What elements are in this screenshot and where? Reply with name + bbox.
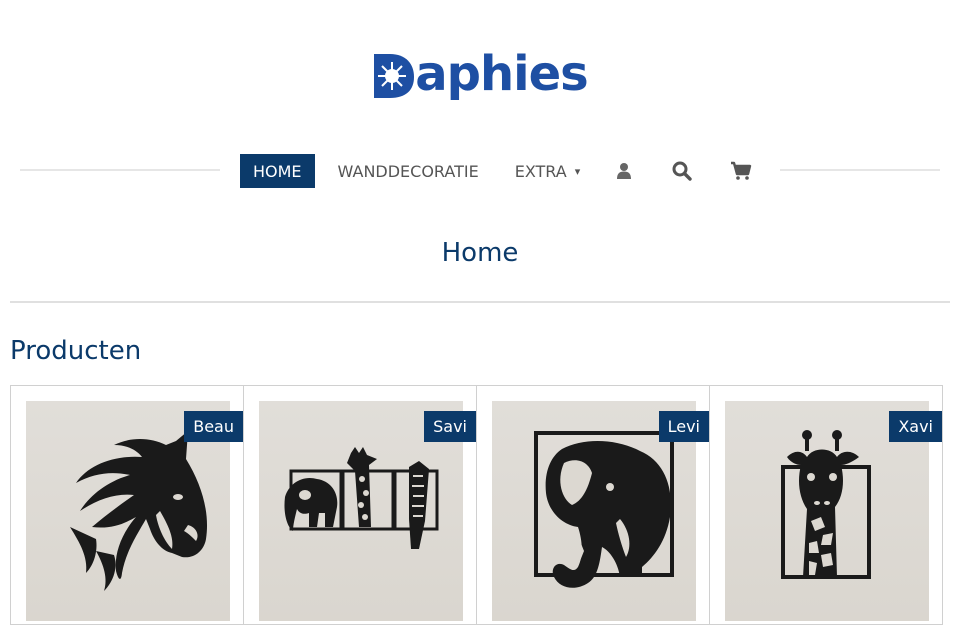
section-title: Producten xyxy=(10,336,142,366)
product-name: Xavi xyxy=(898,417,933,436)
product-name: Savi xyxy=(433,417,467,436)
product-grid: Beau Savi Levi Xavi xyxy=(10,385,950,625)
cart-icon[interactable] xyxy=(724,154,758,188)
product-card[interactable]: Xavi xyxy=(709,385,943,625)
product-name: Levi xyxy=(667,417,700,436)
product-card[interactable]: Beau xyxy=(10,385,244,625)
logo-d-emblem xyxy=(372,48,415,100)
nav-item-home[interactable]: HOME xyxy=(240,154,315,188)
product-name: Beau xyxy=(193,417,234,436)
product-name-badge[interactable]: Levi xyxy=(658,411,709,442)
product-name-badge[interactable]: Savi xyxy=(424,411,476,442)
product-name-badge[interactable]: Beau xyxy=(184,411,243,442)
search-icon[interactable] xyxy=(665,154,699,188)
nav-item-label: HOME xyxy=(253,161,302,181)
site-logo[interactable]: aphies xyxy=(0,48,960,104)
user-icon[interactable] xyxy=(607,154,641,188)
product-name-badge[interactable]: Xavi xyxy=(889,411,942,442)
nav-divider-right xyxy=(780,169,940,171)
page-title: Home xyxy=(441,238,519,268)
logo-wordmark: aphies xyxy=(415,46,588,102)
nav-divider-left xyxy=(20,169,220,171)
nav-item-label: WANDDECORATIE xyxy=(337,161,479,181)
nav-item-label: EXTRA xyxy=(514,161,567,181)
product-card[interactable]: Savi xyxy=(243,385,477,625)
product-card[interactable]: Levi xyxy=(476,385,710,625)
chevron-down-icon: ▾ xyxy=(574,164,581,178)
nav-item-extra[interactable]: EXTRA ▾ xyxy=(502,154,594,188)
nav-item-wanddecoratie[interactable]: WANDDECORATIE xyxy=(325,154,492,188)
main-nav: HOME WANDDECORATIE EXTRA ▾ xyxy=(240,154,758,188)
title-divider xyxy=(10,301,950,303)
